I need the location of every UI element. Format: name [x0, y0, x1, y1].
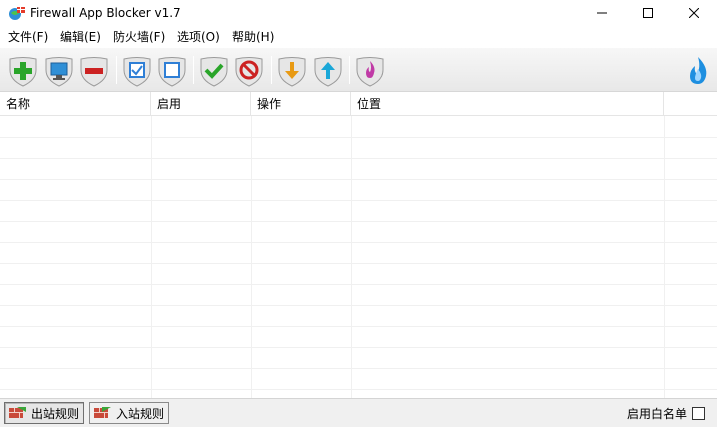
square-icon	[158, 57, 186, 87]
enable-rule-button[interactable]	[198, 55, 230, 87]
grid-line	[0, 284, 717, 285]
grid-line	[0, 158, 717, 159]
menu-help[interactable]: 帮助(H)	[232, 30, 274, 44]
move-down-icon	[278, 57, 306, 87]
column-location[interactable]: 位置	[351, 92, 664, 116]
column-action[interactable]: 操作	[251, 92, 351, 116]
grid-line	[0, 389, 717, 390]
outbound-rules-icon	[9, 407, 26, 418]
grid-line	[0, 137, 717, 138]
remove-icon	[80, 57, 108, 87]
inbound-rules-label: 入站规则	[116, 406, 165, 421]
disable-rule-button[interactable]	[233, 55, 265, 87]
grid-column-line	[351, 116, 352, 398]
check-square-icon	[123, 57, 151, 87]
move-up-button[interactable]	[312, 55, 344, 87]
minimize-button[interactable]	[579, 0, 625, 26]
remove-button[interactable]	[78, 55, 110, 87]
firewall-toggle-button[interactable]	[354, 55, 386, 87]
minimize-icon	[597, 12, 607, 14]
water-flame-icon	[684, 55, 712, 87]
grid-line	[0, 368, 717, 369]
grid-line	[0, 221, 717, 222]
add-button[interactable]	[7, 55, 39, 87]
monitor-icon	[45, 57, 73, 87]
toolbar	[0, 48, 717, 92]
column-enabled[interactable]: 启用	[151, 92, 251, 116]
add-icon	[9, 57, 37, 87]
toolbar-separator	[271, 56, 272, 84]
grid-column-line	[664, 116, 665, 398]
grid-line	[0, 347, 717, 348]
grid-line	[0, 263, 717, 264]
enable-check-icon	[200, 57, 228, 87]
menu-firewall[interactable]: 防火墙(F)	[113, 30, 165, 44]
grid-line	[0, 326, 717, 327]
rules-table[interactable]: 名称 启用 操作 位置	[0, 92, 717, 398]
app-logo-icon	[8, 4, 26, 22]
whitelist-label: 启用白名单	[626, 407, 687, 421]
grid-line	[0, 305, 717, 306]
window-title: Firewall App Blocker v1.7	[30, 6, 181, 20]
whitelist-toggle[interactable]: 启用白名单	[627, 405, 705, 422]
add-running-app-button[interactable]	[43, 55, 75, 87]
grid-line	[0, 242, 717, 243]
inbound-rules-tab[interactable]: 入站规则	[89, 402, 170, 424]
close-icon	[689, 8, 699, 18]
column-name[interactable]: 名称	[0, 92, 151, 116]
move-up-icon	[314, 57, 342, 87]
move-down-button[interactable]	[276, 55, 308, 87]
grid-column-line	[251, 116, 252, 398]
deselect-button[interactable]	[156, 55, 188, 87]
maximize-icon	[643, 8, 653, 18]
outbound-rules-label: 出站规则	[31, 406, 80, 421]
select-all-button[interactable]	[121, 55, 153, 87]
flame-icon	[356, 57, 384, 87]
menu-edit[interactable]: 编辑(E)	[60, 30, 101, 44]
toolbar-separator	[116, 56, 117, 84]
status-bar: 出站规则 入站规则 启用白名单	[0, 398, 717, 427]
menu-file[interactable]: 文件(F)	[8, 30, 48, 44]
whitelist-checkbox[interactable]	[692, 407, 705, 420]
toolbar-separator	[193, 56, 194, 84]
grid-line	[0, 200, 717, 201]
outbound-rules-tab[interactable]: 出站规则	[4, 402, 85, 424]
grid-column-line	[151, 116, 152, 398]
toolbar-separator	[349, 56, 350, 84]
app-window: Firewall App Blocker v1.7 文件(F) 编辑(E) 防火…	[0, 0, 717, 427]
inbound-rules-icon	[94, 407, 111, 418]
title-bar: Firewall App Blocker v1.7	[0, 0, 717, 26]
menu-bar: 文件(F) 编辑(E) 防火墙(F) 选项(O) 帮助(H)	[0, 26, 717, 48]
menu-options[interactable]: 选项(O)	[177, 30, 220, 44]
close-button[interactable]	[671, 0, 717, 26]
table-header: 名称 启用 操作 位置	[0, 92, 717, 116]
maximize-button[interactable]	[625, 0, 671, 26]
grid-line	[0, 179, 717, 180]
block-icon	[235, 57, 263, 87]
